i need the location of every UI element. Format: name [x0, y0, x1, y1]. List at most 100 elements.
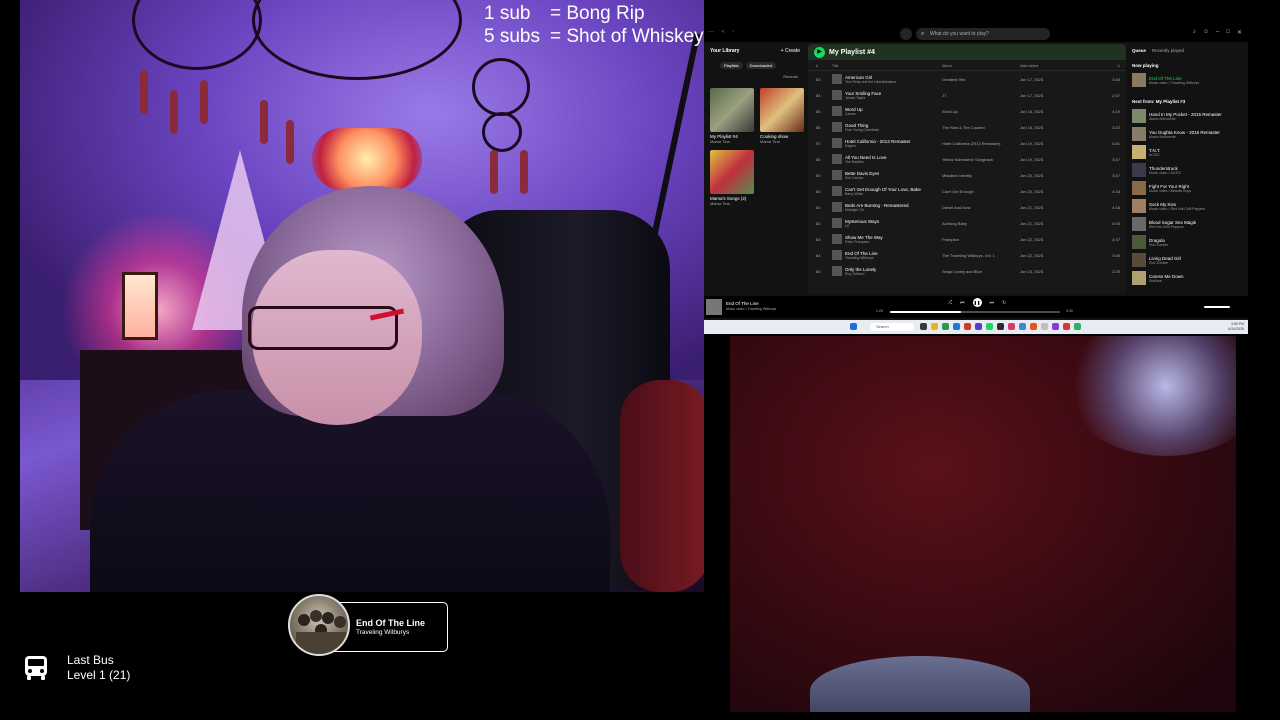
back-icon[interactable]: ‹ [722, 29, 724, 35]
track-row[interactable]: 55 Word Up Cameo Word Up Jun 18, 2025 4:19 [808, 103, 1126, 119]
track-title[interactable]: End Of The Line [845, 251, 878, 256]
track-row[interactable]: 65 Only the Lonely Roy Orbison Sings Lonely… [808, 263, 1126, 279]
app-icon[interactable] [1008, 323, 1015, 330]
close-icon[interactable]: ✕ [1237, 29, 1242, 36]
home-button[interactable] [900, 28, 912, 40]
track-title[interactable]: Show Me The Way [845, 235, 883, 240]
track-album[interactable]: Yellow Submarine Songtrack [942, 157, 1020, 162]
track-row[interactable]: 61 Beds Are Burning - Remastered Midnight … [808, 199, 1126, 215]
track-album[interactable]: JT [942, 93, 1020, 98]
minimize-icon[interactable]: – [1216, 29, 1219, 36]
track-artist[interactable]: Tom Petty and the Heartbreakers [845, 80, 896, 84]
app-icon[interactable] [1063, 323, 1070, 330]
app-icon[interactable] [1019, 323, 1026, 330]
queue-item[interactable]: You Oughta Know - 2015 Remaster Alanis Mo… [1132, 125, 1242, 143]
track-row[interactable]: 60 Can't Get Enough Of Your Love, Babe Bar… [808, 183, 1126, 199]
chip-downloaded[interactable]: Downloaded [745, 62, 776, 69]
track-artist[interactable]: Barry White [845, 192, 921, 196]
track-album[interactable]: Word Up [942, 109, 1020, 114]
app-icon[interactable] [1041, 323, 1048, 330]
track-title[interactable]: Beds Are Burning - Remastered [845, 203, 909, 208]
track-album[interactable]: Frampton [942, 237, 1020, 242]
track-title[interactable]: Hotel California - 2013 Remaster [845, 139, 911, 144]
track-artist[interactable]: Peter Frampton [845, 240, 883, 244]
track-album[interactable]: Greatest Hits [942, 77, 1020, 82]
forward-icon[interactable]: › [732, 29, 734, 35]
app-icon[interactable] [964, 323, 971, 330]
player-track-artist[interactable]: Music video • Traveling Wilburys [726, 307, 776, 311]
track-artist[interactable]: Cameo [845, 112, 863, 116]
spotify-icon[interactable] [986, 323, 993, 330]
track-artist[interactable]: The Beatles [845, 160, 887, 164]
app-icon[interactable] [1030, 323, 1037, 330]
queue-item[interactable]: Fight For Your Right Music video • Beasti… [1132, 179, 1242, 197]
volume-slider[interactable] [1204, 306, 1230, 308]
maximize-icon[interactable]: □ [1226, 29, 1230, 36]
search-input[interactable]: ⌕ What do you want to play? [916, 28, 1050, 40]
app-icon[interactable] [975, 323, 982, 330]
library-tile[interactable]: My Playlist #4 Mama Tina [710, 88, 758, 144]
chrome-icon[interactable] [942, 323, 949, 330]
track-title[interactable]: Bette Davis Eyes [845, 171, 879, 176]
task-view-icon[interactable] [920, 323, 927, 330]
track-album[interactable]: The Raw & The Cooked [942, 125, 1020, 130]
track-title[interactable]: Can't Get Enough Of Your Love, Babe [845, 187, 921, 192]
track-row[interactable]: 64 End Of The Line Traveling Wilburys The T… [808, 247, 1126, 263]
taskbar-search[interactable]: Search [870, 323, 914, 331]
player-track-title[interactable]: End Of The Line [726, 301, 759, 306]
col-duration-icon[interactable]: ◷ [1090, 64, 1120, 68]
bell-icon[interactable]: ♪ [1193, 29, 1196, 36]
track-artist[interactable]: James Taylor [845, 96, 881, 100]
track-row[interactable]: 57 Hotel California - 2013 Remaster Eagles… [808, 135, 1126, 151]
track-artist[interactable]: Kim Carnes [845, 176, 879, 180]
queue-item[interactable]: Hand In My Pocket - 2015 Remaster Alanis … [1132, 107, 1242, 125]
next-icon[interactable]: ⏭ [990, 300, 995, 306]
tab-queue[interactable]: Queue [1132, 48, 1146, 53]
library-tile[interactable]: Mama's Songs (2) Mama Tina [710, 150, 758, 206]
queue-item[interactable]: Thunderstruck Music video • AC/DC [1132, 161, 1242, 179]
now-playing-thumbnail[interactable] [706, 299, 722, 315]
tab-recently-played[interactable]: Recently played [1152, 48, 1184, 53]
track-album[interactable]: Diesel And Dust [942, 205, 1020, 210]
friends-icon[interactable]: ☺ [1203, 29, 1209, 36]
track-title[interactable]: Word Up [845, 107, 863, 112]
track-album[interactable]: Hotel California (2013 Remaster) [942, 141, 1020, 146]
app-icon[interactable] [1074, 323, 1081, 330]
library-tile[interactable]: Cooking show Mama Tina [760, 88, 808, 144]
track-row[interactable]: 63 Show Me The Way Peter Frampton Frampton J… [808, 231, 1126, 247]
pause-button[interactable]: ❚❚ [972, 298, 982, 307]
track-title[interactable]: All You Need Is Love [845, 155, 887, 160]
queue-now-playing[interactable]: End Of The Line Music video • Traveling … [1132, 71, 1242, 89]
queue-item[interactable]: Sock My Kiss Music video • Red Hot Chili … [1132, 197, 1242, 215]
track-title[interactable]: Your Smiling Face [845, 91, 881, 96]
obs-icon[interactable] [997, 323, 1004, 330]
progress-bar[interactable] [890, 311, 1060, 313]
queue-item[interactable]: Dragula Rob Zombie [1132, 233, 1242, 251]
track-row[interactable]: 62 Mysterious Ways U2 Achtung Baby Jun 21, 2… [808, 215, 1126, 231]
sort-recents[interactable]: Recents [783, 74, 798, 79]
track-artist[interactable]: Fine Young Cannibals [845, 128, 879, 132]
col-date-added[interactable]: Date added [1020, 64, 1090, 68]
queue-item[interactable]: Caress Me Down Sublime [1132, 269, 1242, 287]
col-album[interactable]: Album [942, 64, 1020, 68]
track-artist[interactable]: Midnight Oil [845, 208, 909, 212]
shuffle-icon[interactable]: ⤮ [948, 300, 952, 306]
queue-item[interactable]: T.N.T. AC/DC [1132, 143, 1242, 161]
queue-item[interactable]: Blood Sugar Sex Magik Red Hot Chili Peppe… [1132, 215, 1242, 233]
app-icon[interactable] [1052, 323, 1059, 330]
track-album[interactable]: Can't Get Enough [942, 189, 1020, 194]
edge-icon[interactable] [953, 323, 960, 330]
track-album[interactable]: Sings Lonely and Blue [942, 269, 1020, 274]
track-row[interactable]: 53 American Girl Tom Petty and the Heartbr… [808, 71, 1126, 87]
more-icon[interactable]: ··· [708, 29, 714, 35]
file-explorer-icon[interactable] [931, 323, 938, 330]
track-album[interactable]: Achtung Baby [942, 221, 1020, 226]
track-artist[interactable]: Eagles [845, 144, 911, 148]
track-artist[interactable]: Traveling Wilburys [845, 256, 878, 260]
track-artist[interactable]: U2 [845, 224, 879, 228]
track-row[interactable]: 56 Good Thing Fine Young Cannibals The Raw … [808, 119, 1126, 135]
track-album[interactable]: The Traveling Wilburys, Vol. 1 [942, 253, 1020, 258]
track-title[interactable]: Only the Lonely [845, 267, 876, 272]
track-album[interactable]: Mistaken Identity [942, 173, 1020, 178]
taskbar-clock[interactable]: 4:06 PM 6/24/2025 [1228, 322, 1244, 331]
